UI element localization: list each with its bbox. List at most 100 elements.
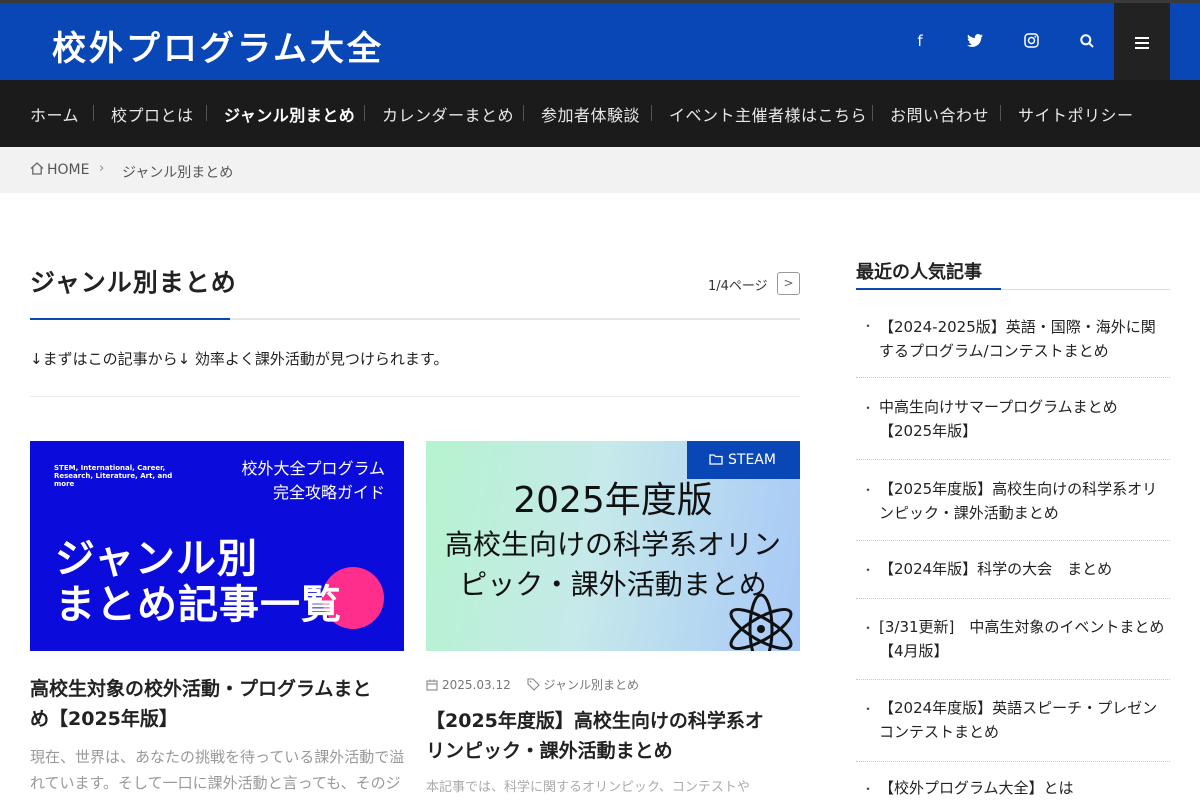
popular-post-title: 【2024年度版】英語スピーチ・プレゼン コンテストまとめ (879, 696, 1170, 744)
nav-item-genre[interactable]: ジャンル別まとめ (224, 102, 355, 126)
category-badge[interactable]: STEAM (687, 441, 800, 479)
thumb-small-text: STEM, International, Career, Research, L… (54, 464, 173, 488)
popular-post-line: するプログラム/コンテストまとめ (879, 342, 1109, 360)
popular-post-line: 【2024-2025版】英語・国際・海外に関 (879, 318, 1156, 336)
home-icon (30, 162, 44, 175)
menu-bar (1135, 47, 1149, 49)
popular-post-title: 中高生向けサマープログラムまとめ 【2025年版】 (879, 395, 1170, 443)
nav-separator (523, 105, 524, 121)
thumb-guide-line: 校外大全プログラム (241, 459, 385, 478)
intro-text: ↓まずはこの記事から↓ 効率よく課外活動が見つけられます。 (30, 350, 449, 368)
popular-post-line: 【2024年版】科学の大会 まとめ (879, 560, 1113, 578)
popular-post-line: [3/31更新] 中高生対象のイベントまとめ (879, 618, 1165, 636)
nav-separator (1000, 105, 1001, 121)
global-nav: ホーム 校プロとは ジャンル別まとめ カレンダーまとめ 参加者体験談 イベント主… (0, 80, 1200, 147)
atom-icon (729, 593, 793, 651)
popular-post-line: 【2025年度版】高校生向けの科学系オリ (879, 480, 1158, 498)
nav-item-calendar[interactable]: カレンダーまとめ (382, 102, 514, 126)
page-title: ジャンル別まとめ (30, 268, 237, 297)
bullet: ・ (862, 621, 875, 635)
calendar-icon (426, 679, 438, 691)
card-excerpt: 本記事では、科学に関するオリンピック、コンテストや (426, 780, 750, 795)
bullet: ・ (862, 401, 875, 415)
popular-post-item[interactable]: ・ 【2024年版】科学の大会 まとめ (856, 541, 1170, 599)
hamburger-menu-button[interactable] (1114, 3, 1170, 80)
card-title-line: 【2025年度版】高校生向けの科学系オ (426, 710, 764, 732)
card-title[interactable]: 【2025年度版】高校生向けの科学系オ リンピック・課外活動まとめ (426, 706, 800, 766)
menu-bar (1135, 42, 1149, 44)
nav-item-testimonials[interactable]: 参加者体験談 (541, 102, 640, 126)
nav-separator (651, 105, 652, 121)
card-title-line: 高校生対象の校外活動・プログラムまと (30, 678, 372, 700)
card-title[interactable]: 高校生対象の校外活動・プログラムまと め【2025年版】 (30, 674, 410, 734)
nav-item-policy[interactable]: サイトポリシー (1018, 102, 1134, 126)
chevron-right-icon: › (99, 161, 105, 176)
popular-post-item[interactable]: ・ 中高生向けサマープログラムまとめ 【2025年版】 (856, 378, 1170, 460)
sidebar-heading: 最近の人気記事 (856, 262, 982, 283)
popular-post-item[interactable]: ・ 【2024年度版】英語スピーチ・プレゼン コンテストまとめ (856, 680, 1170, 762)
bullet: ・ (862, 702, 875, 716)
folder-icon (709, 454, 723, 465)
bullet: ・ (862, 563, 875, 577)
intro-divider (30, 396, 800, 397)
twitter-icon[interactable] (963, 29, 987, 53)
card-excerpt-line: 現在、世界は、あなたの挑戦を待っている課外活動で溢 (30, 748, 405, 766)
popular-post-item[interactable]: ・ [3/31更新] 中高生対象のイベントまとめ 【4月版】 (856, 599, 1170, 680)
card-thumbnail[interactable]: STEM, International, Career, Research, L… (30, 441, 404, 651)
thumb-guide-line: 完全攻略ガイド (272, 483, 385, 502)
menu-bar (1135, 37, 1149, 39)
popular-post-line: ンピック・課外活動まとめ (879, 504, 1059, 522)
popular-post-line: 【2024年度版】英語スピーチ・プレゼン (879, 699, 1158, 717)
popular-post-line: 【2025年版】 (879, 422, 978, 440)
popular-post-line: 中高生向けサマープログラムまとめ (879, 398, 1118, 416)
nav-item-about[interactable]: 校プロとは (111, 102, 194, 126)
nav-item-organizers[interactable]: イベント主催者様はこちら (669, 102, 867, 126)
nav-separator (872, 105, 873, 121)
nav-separator (93, 105, 94, 121)
thumb-big-text: ジャンル別 まとめ記事一覧 (55, 536, 342, 628)
bullet: ・ (862, 319, 875, 333)
breadcrumb-home[interactable]: HOME (30, 162, 89, 178)
bullet: ・ (862, 483, 875, 497)
popular-post-title: 【校外プログラム大全】とは (879, 776, 1170, 800)
nav-item-contact[interactable]: お問い合わせ (890, 102, 989, 126)
category-badge-label: STEAM (728, 452, 776, 468)
popular-post-title: 【2025年度版】高校生向けの科学系オリ ンピック・課外活動まとめ (879, 477, 1170, 525)
site-title[interactable]: 校外プログラム大全 (52, 21, 384, 70)
card-meta: 2025.03.12 ジャンル別まとめ (426, 676, 639, 693)
breadcrumb: HOME › ジャンル別まとめ (0, 147, 1200, 193)
sidebar-divider-accent (856, 288, 1001, 290)
thumb-big-line: まとめ記事一覧 (55, 582, 342, 628)
breadcrumb-current: ジャンル別まとめ (122, 165, 234, 181)
popular-post-title: [3/31更新] 中高生対象のイベントまとめ 【4月版】 (879, 615, 1170, 663)
nav-item-home[interactable]: ホーム (30, 102, 79, 126)
card-thumbnail[interactable]: 2025年度版 高校生向けの科学系オリン ピック・課外活動まとめ STEAM (426, 441, 800, 651)
thumb-headline-line: 高校生向けの科学系オリン (444, 528, 781, 561)
card-excerpt-line: れています。そして一口に課外活動と言っても、そのジ (30, 774, 401, 792)
card-date: 2025.03.12 (442, 678, 511, 692)
tag-icon (526, 678, 540, 691)
bullet: ・ (862, 782, 875, 796)
pager-next-button[interactable]: > (777, 272, 800, 295)
facebook-icon[interactable]: f (908, 29, 932, 53)
pager-label: 1/4ページ (708, 279, 768, 294)
instagram-icon[interactable] (1019, 29, 1043, 53)
popular-post-item[interactable]: ・ 【2024-2025版】英語・国際・海外に関 するプログラム/コンテストまと… (856, 315, 1170, 378)
popular-post-title: 【2024-2025版】英語・国際・海外に関 するプログラム/コンテストまとめ (879, 315, 1170, 363)
breadcrumb-home-label: HOME (47, 162, 90, 178)
site-header: 校外プログラム大全 f (0, 3, 1200, 80)
popular-post-line: 【4月版】 (879, 642, 949, 660)
search-icon[interactable] (1075, 29, 1099, 53)
card-tag-link[interactable]: ジャンル別まとめ (544, 678, 639, 692)
popular-post-title: 【2024年版】科学の大会 まとめ (879, 557, 1170, 581)
popular-post-line: コンテストまとめ (879, 723, 1000, 741)
card-title-line: リンピック・課外活動まとめ (426, 740, 673, 762)
popular-post-item[interactable]: ・ 【校外プログラム大全】とは (856, 762, 1170, 797)
nav-separator (364, 105, 365, 121)
thumb-big-line: ジャンル別 (55, 536, 258, 582)
nav-separator (206, 105, 207, 121)
popular-post-item[interactable]: ・ 【2025年度版】高校生向けの科学系オリ ンピック・課外活動まとめ (856, 460, 1170, 541)
card-excerpt: 現在、世界は、あなたの挑戦を待っている課外活動で溢 れています。そして一口に課外… (30, 744, 410, 796)
popular-post-line: 【校外プログラム大全】とは (879, 779, 1074, 797)
title-divider-accent (30, 318, 230, 320)
